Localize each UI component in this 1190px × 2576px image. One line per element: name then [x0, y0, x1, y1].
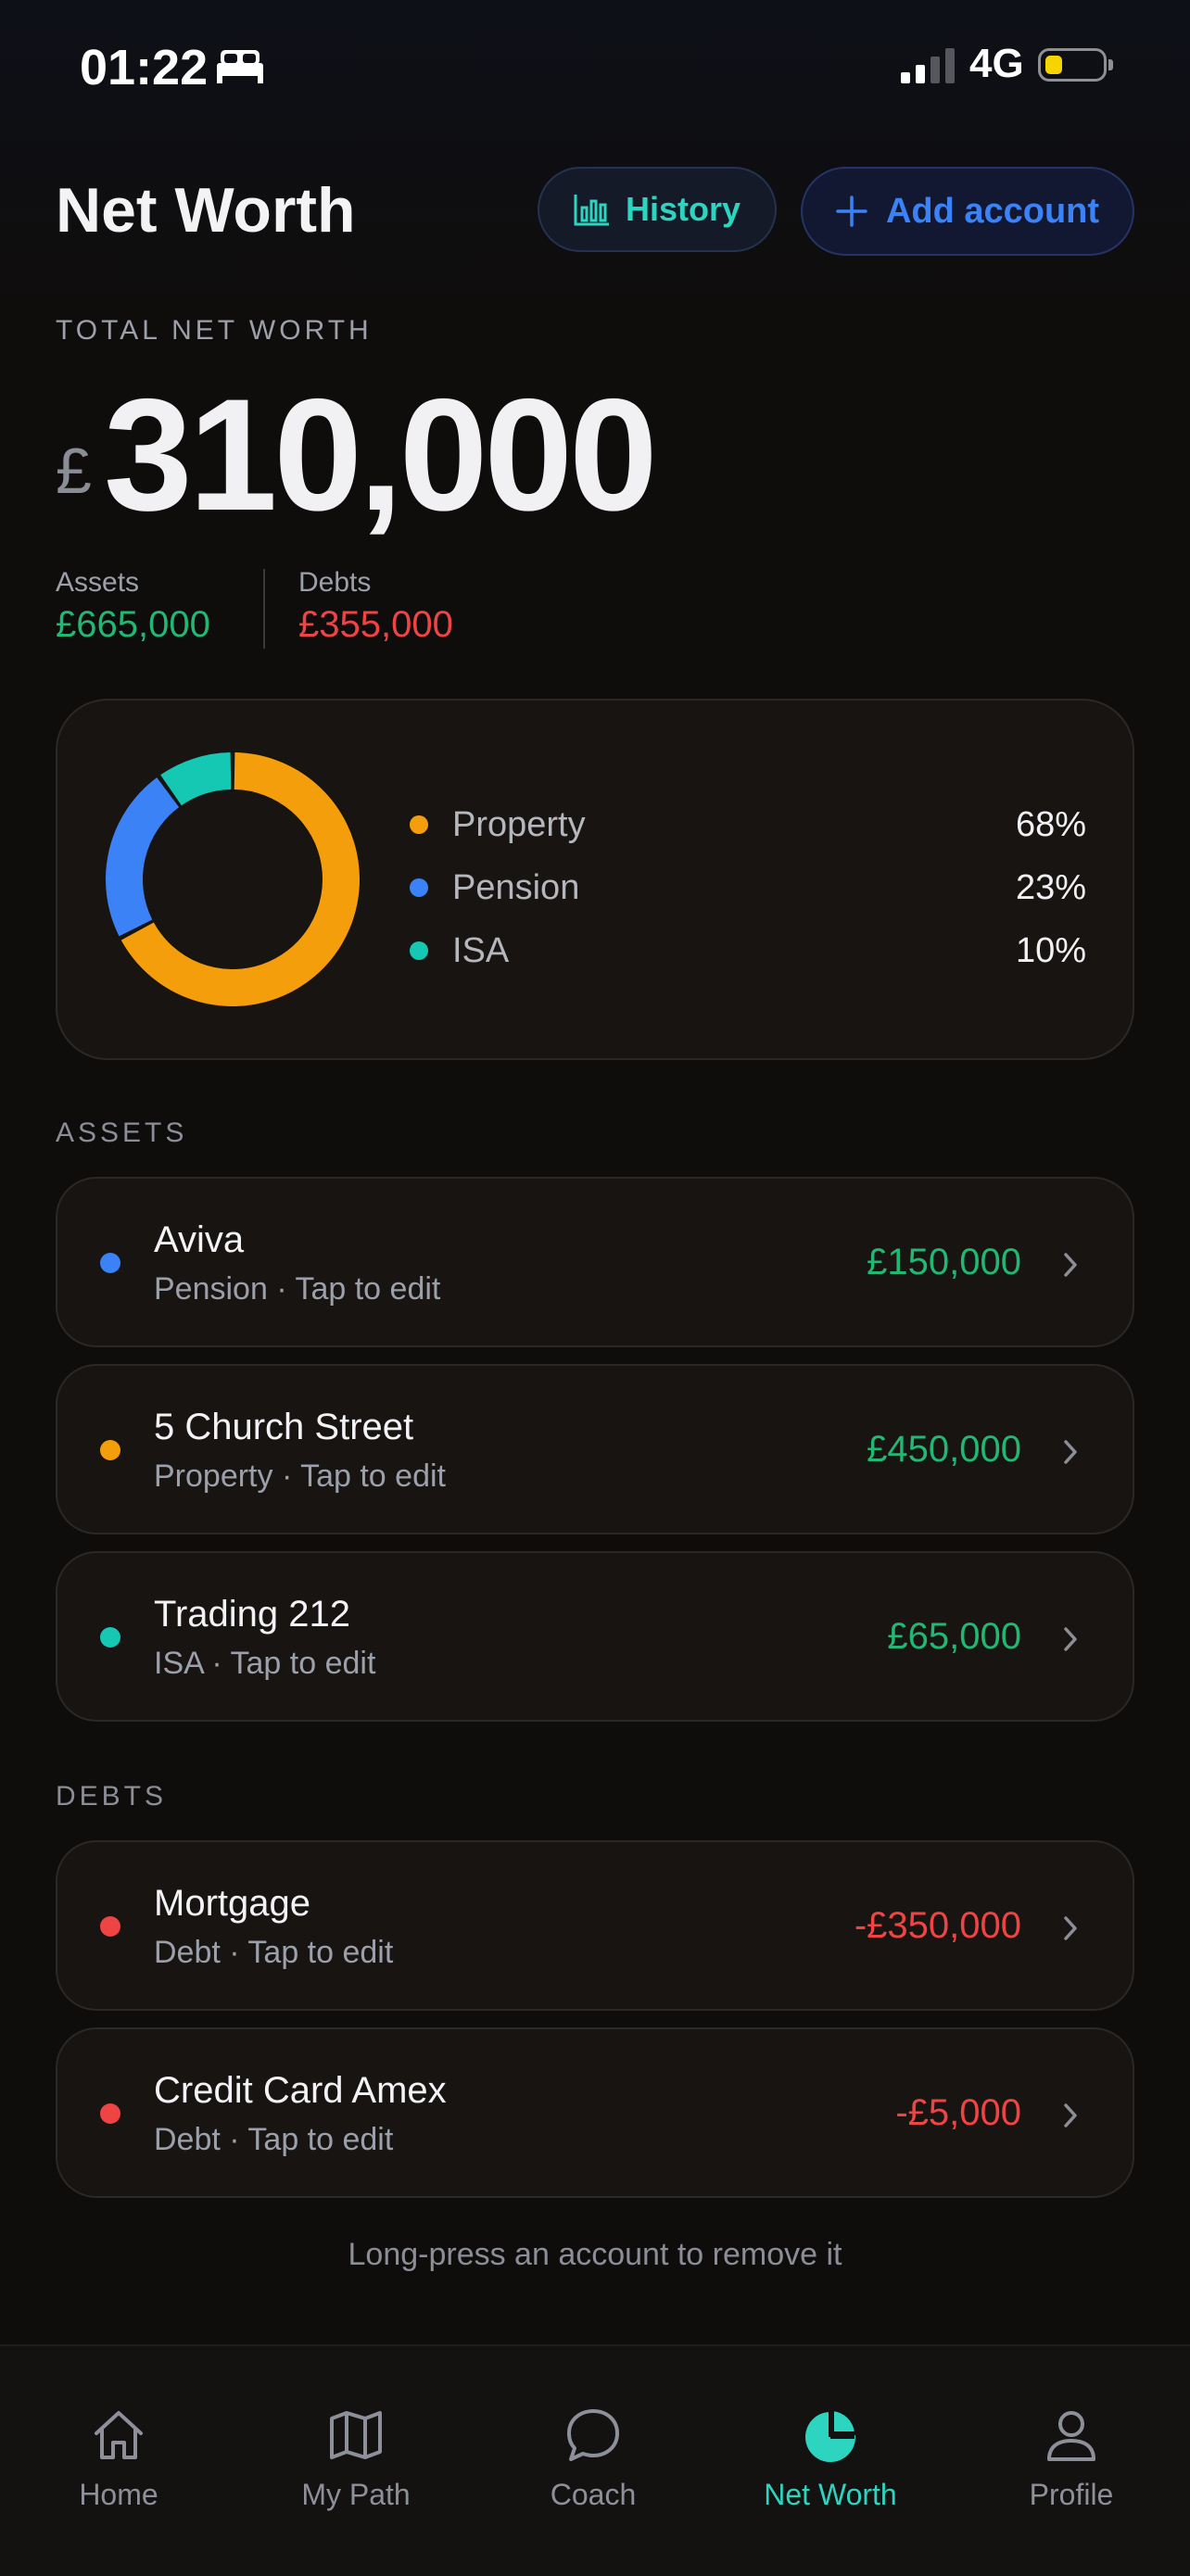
- account-type-dot: [100, 1627, 120, 1648]
- tab-label: Net Worth: [764, 2478, 897, 2511]
- history-button[interactable]: History: [538, 167, 777, 252]
- donut-segment-isa: [160, 752, 232, 806]
- account-amount: -£5,000: [895, 2092, 1021, 2133]
- account-name: 5 Church Street: [154, 1407, 414, 1447]
- account-type-dot: [100, 2103, 120, 2124]
- account-name: Mortgage: [154, 1883, 310, 1924]
- assets-section-label: ASSETS: [56, 1118, 188, 1148]
- chevron-right-icon: [1064, 1253, 1077, 1277]
- pie-chart-icon: [805, 2406, 859, 2462]
- legend-name: ISA: [452, 930, 510, 970]
- page-title: Net Worth: [56, 175, 356, 246]
- account-type-dot: [100, 1916, 120, 1937]
- assets-summary-value: £665,000: [56, 604, 210, 645]
- account-row-trading-212[interactable]: Trading 212 ISA · Tap to edit £65,000: [56, 1551, 1134, 1722]
- account-subtitle: Debt · Tap to edit: [154, 1935, 394, 1970]
- legend-dot: [410, 815, 428, 834]
- remove-account-hint: Long-press an account to remove it: [348, 2237, 842, 2272]
- legend-dot: [410, 941, 428, 960]
- legend-item-property: Property 68%: [410, 793, 1086, 856]
- account-row-credit-card-amex[interactable]: Credit Card Amex Debt · Tap to edit -£5,…: [56, 2027, 1134, 2198]
- person-icon: [1047, 2411, 1095, 2461]
- donut-segment-pension: [106, 777, 180, 937]
- debts-summary-label: Debts: [298, 567, 372, 598]
- summary-divider: [263, 569, 265, 649]
- debts-summary-value: £355,000: [298, 604, 453, 645]
- tab-label: Home: [79, 2478, 158, 2511]
- add-account-button-label: Add account: [885, 191, 1100, 231]
- account-row-aviva[interactable]: Aviva Pension · Tap to edit £150,000: [56, 1177, 1134, 1347]
- account-subtitle: Property · Tap to edit: [154, 1458, 446, 1494]
- tab-coach[interactable]: Coach: [475, 2346, 712, 2522]
- account-row-mortgage[interactable]: Mortgage Debt · Tap to edit -£350,000: [56, 1840, 1134, 2011]
- battery-icon: [1038, 48, 1113, 82]
- account-name: Aviva: [154, 1219, 245, 1260]
- legend-percent: 10%: [1015, 930, 1086, 970]
- account-subtitle: ISA · Tap to edit: [154, 1646, 376, 1681]
- chevron-right-icon: [1064, 1916, 1077, 1940]
- allocation-legend: Property 68% Pension 23% ISA 10%: [410, 793, 1086, 982]
- total-net-worth-value: 310,000: [104, 366, 658, 544]
- legend-item-pension: Pension 23%: [410, 856, 1086, 919]
- bar-chart-icon: [574, 195, 609, 226]
- account-subtitle: Pension · Tap to edit: [154, 1271, 441, 1307]
- tab-label: Profile: [1029, 2478, 1114, 2511]
- account-amount: £450,000: [867, 1429, 1021, 1470]
- tab-my-path[interactable]: My Path: [237, 2346, 475, 2522]
- status-time: 01:22: [80, 40, 209, 95]
- account-subtitle: Debt · Tap to edit: [154, 2122, 394, 2157]
- map-icon: [330, 2411, 382, 2459]
- legend-percent: 23%: [1015, 867, 1086, 907]
- history-button-label: History: [625, 190, 741, 228]
- account-name: Credit Card Amex: [154, 2070, 447, 2111]
- legend-name: Property: [452, 804, 586, 844]
- account-amount: -£350,000: [854, 1905, 1021, 1946]
- account-name: Trading 212: [154, 1594, 350, 1635]
- tab-net-worth[interactable]: Net Worth: [712, 2346, 949, 2522]
- account-type-dot: [100, 1440, 120, 1460]
- status-bar: 01:22 4G: [0, 0, 1190, 130]
- account-amount: £150,000: [867, 1242, 1021, 1282]
- chevron-right-icon: [1064, 1440, 1077, 1464]
- allocation-card: Property 68% Pension 23% ISA 10%: [56, 699, 1134, 1060]
- chevron-right-icon: [1064, 1627, 1077, 1651]
- bottom-tab-bar: Home My Path Coach Net Worth Profile: [0, 2344, 1190, 2576]
- legend-dot: [410, 878, 428, 897]
- total-net-worth-label: TOTAL NET WORTH: [56, 315, 373, 346]
- tab-label: My Path: [301, 2478, 411, 2511]
- account-row-5-church-street[interactable]: 5 Church Street Property · Tap to edit £…: [56, 1364, 1134, 1534]
- debts-section-label: DEBTS: [56, 1781, 168, 1812]
- account-type-dot: [100, 1253, 120, 1273]
- currency-symbol: £: [56, 435, 92, 507]
- legend-name: Pension: [452, 867, 580, 907]
- chat-bubble-icon: [567, 2409, 619, 2461]
- add-account-button[interactable]: Add account: [801, 167, 1134, 256]
- cellular-signal-icon: [901, 48, 955, 83]
- tab-home[interactable]: Home: [0, 2346, 237, 2522]
- allocation-donut-chart: [106, 752, 360, 1006]
- assets-summary-label: Assets: [56, 567, 140, 598]
- legend-item-isa: ISA 10%: [410, 919, 1086, 982]
- plus-icon: [836, 196, 867, 227]
- account-amount: £65,000: [887, 1616, 1021, 1657]
- tab-profile[interactable]: Profile: [953, 2346, 1190, 2522]
- legend-percent: 68%: [1015, 804, 1086, 844]
- home-icon: [95, 2411, 143, 2459]
- sleep-focus-icon: [217, 50, 263, 83]
- network-type: 4G: [969, 41, 1024, 86]
- tab-label: Coach: [550, 2478, 637, 2511]
- chevron-right-icon: [1064, 2103, 1077, 2128]
